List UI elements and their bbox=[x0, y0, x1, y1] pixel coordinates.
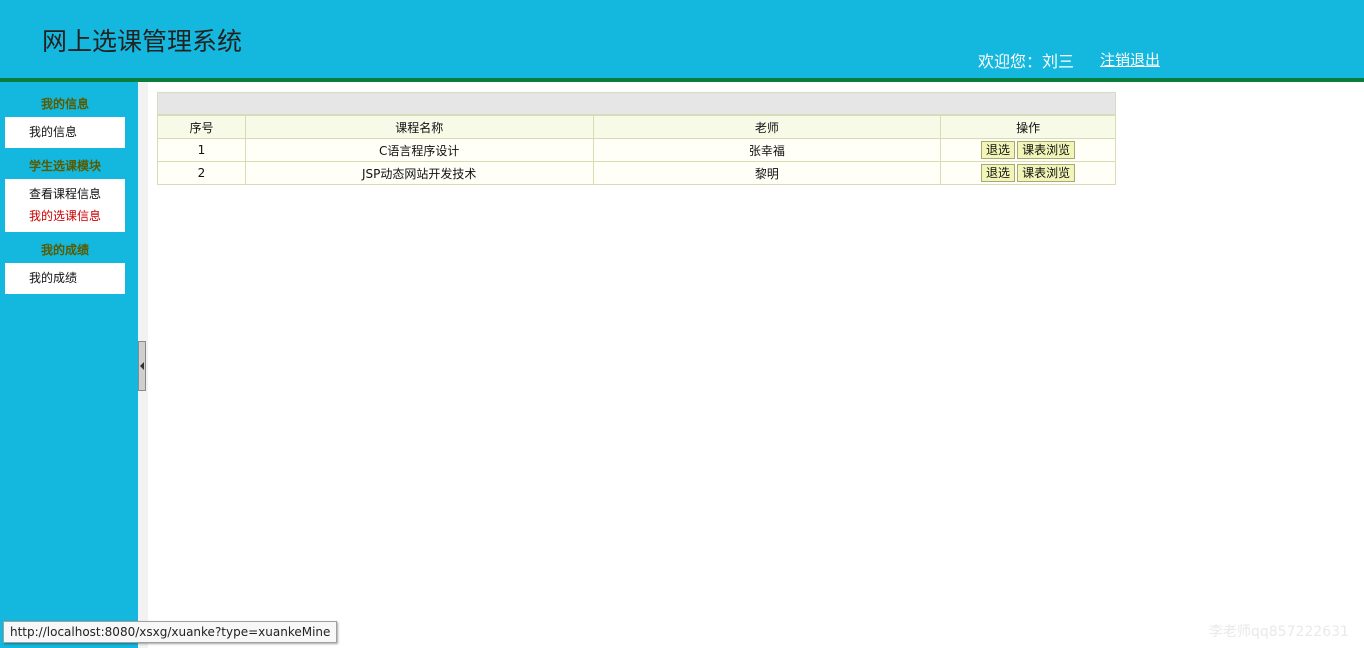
welcome-text: 欢迎您：刘三 bbox=[978, 52, 1075, 71]
cell-actions: 退选 课表浏览 bbox=[940, 138, 1116, 162]
browser-status-url: http://localhost:8080/xsxg/xuanke?type=x… bbox=[3, 621, 338, 643]
sidebar-section-my-grades: 我的成绩 bbox=[40, 243, 89, 257]
withdraw-button[interactable]: 退选 bbox=[981, 141, 1016, 159]
collapse-sidebar-handle[interactable] bbox=[138, 341, 146, 391]
column-header-teacher: 老师 bbox=[592, 115, 942, 139]
cell-teacher: 黎明 bbox=[592, 161, 942, 185]
cell-no: 2 bbox=[157, 161, 246, 185]
cell-course: JSP动态网站开发技术 bbox=[244, 161, 594, 185]
sidebar-item-my-selections[interactable]: 我的选课信息 bbox=[5, 205, 125, 227]
sidebar-box-my-info: 我的信息 bbox=[5, 117, 125, 148]
table-row: 1 C语言程序设计 张幸福 退选 课表浏览 bbox=[157, 138, 1116, 162]
sidebar-section-course-selection: 学生选课模块 bbox=[28, 159, 101, 173]
table-header-row: 序号 课程名称 老师 操作 bbox=[157, 115, 1116, 139]
view-schedule-button[interactable]: 课表浏览 bbox=[1017, 164, 1076, 182]
sidebar-box-my-grades: 我的成绩 bbox=[5, 263, 125, 294]
column-header-actions: 操作 bbox=[940, 115, 1116, 139]
sidebar-item-my-grades[interactable]: 我的成绩 bbox=[5, 267, 125, 289]
column-header-course: 课程名称 bbox=[244, 115, 594, 139]
sidebar-box-course-selection: 查看课程信息 我的选课信息 bbox=[5, 179, 125, 232]
cell-course: C语言程序设计 bbox=[244, 138, 594, 162]
course-table-panel: 序号 课程名称 老师 操作 1 C语言程序设计 张幸福 退选 课表浏览 2 JSP… bbox=[157, 92, 1116, 185]
header-divider bbox=[0, 78, 1364, 82]
sidebar-item-my-info[interactable]: 我的信息 bbox=[5, 121, 125, 143]
column-header-no: 序号 bbox=[157, 115, 246, 139]
cell-actions: 退选 课表浏览 bbox=[940, 161, 1116, 185]
sidebar-section-my-info: 我的信息 bbox=[40, 97, 89, 111]
table-row: 2 JSP动态网站开发技术 黎明 退选 课表浏览 bbox=[157, 161, 1116, 185]
selected-courses-table: 序号 课程名称 老师 操作 1 C语言程序设计 张幸福 退选 课表浏览 2 JSP… bbox=[157, 115, 1116, 185]
logout-link[interactable]: 注销退出 bbox=[1100, 49, 1160, 70]
header: 网上选课管理系统 欢迎您：刘三 注销退出 bbox=[0, 0, 1364, 78]
withdraw-button[interactable]: 退选 bbox=[981, 164, 1016, 182]
app-title: 网上选课管理系统 bbox=[42, 27, 243, 56]
sidebar: 我的信息 我的信息 学生选课模块 查看课程信息 我的选课信息 我的成绩 我的成绩 bbox=[0, 82, 138, 648]
arrow-left-icon bbox=[140, 362, 144, 370]
view-schedule-button[interactable]: 课表浏览 bbox=[1017, 141, 1076, 159]
sidebar-item-view-courses[interactable]: 查看课程信息 bbox=[5, 183, 125, 205]
watermark: 李老师qq857222631 bbox=[1209, 624, 1349, 640]
cell-teacher: 张幸福 bbox=[592, 138, 942, 162]
cell-no: 1 bbox=[157, 138, 246, 162]
table-caption-bar bbox=[157, 92, 1116, 115]
